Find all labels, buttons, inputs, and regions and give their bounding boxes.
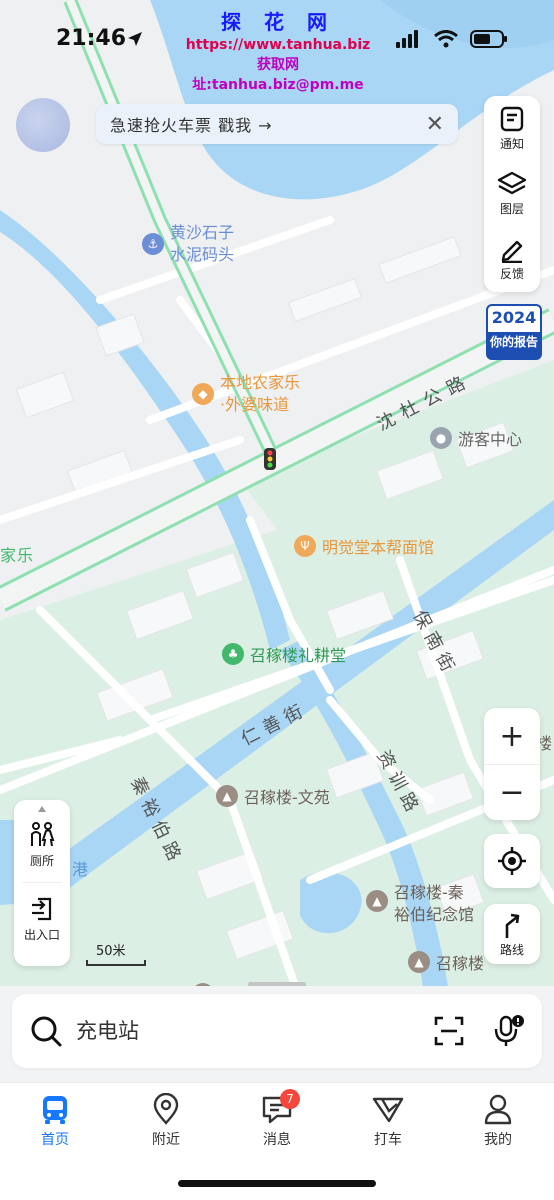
search-area xyxy=(0,986,554,1082)
landmark-icon: ▲ xyxy=(216,785,238,807)
scale-bar: 50米 xyxy=(86,940,146,966)
wifi-icon xyxy=(434,30,458,48)
map-canvas[interactable]: 沈杜公路 仁善街 保南街 资训路 秦裕伯路 ⚓ 黄沙石子 水泥码头 ◆ 本地农家… xyxy=(0,0,554,1000)
map-tools-panel: 通知 图层 反馈 xyxy=(484,96,540,292)
zoom-in-button[interactable]: + xyxy=(484,708,540,764)
location-arrow-icon xyxy=(128,32,142,46)
location-pin-icon xyxy=(153,1093,179,1125)
leaf-icon: ♣ xyxy=(222,643,244,665)
entrance-button[interactable]: 出入口 xyxy=(14,896,70,943)
map-shapes xyxy=(0,0,554,1000)
notice-label: 通知 xyxy=(499,137,524,151)
nav-messages[interactable]: 7 消息 xyxy=(242,1089,312,1149)
layers-icon xyxy=(497,171,527,195)
poi-visitor-center-label: 游客中心 xyxy=(458,430,523,449)
home-indicator xyxy=(178,1180,376,1187)
zoom-controls: + − xyxy=(484,708,540,820)
search-box[interactable] xyxy=(12,994,542,1068)
fork-knife-icon: Ψ xyxy=(294,535,316,557)
toilet-button[interactable]: 厕所 xyxy=(14,822,70,869)
notice-icon xyxy=(500,106,524,132)
report-year: 2024 xyxy=(491,308,537,327)
poi-wenyuan[interactable]: ▲ 召稼楼-文苑 xyxy=(216,784,330,808)
watermark-mail: 获取网址:tanhua.biz@pm.me xyxy=(192,57,364,93)
feedback-label: 反馈 xyxy=(499,267,524,281)
scale-text: 50米 xyxy=(96,944,126,959)
poi-noodle[interactable]: Ψ 明觉堂本帮面馆 xyxy=(294,534,434,558)
entrance-label: 出入口 xyxy=(23,928,60,942)
status-bar: 21:46 探 花 网 https://www.tanhua.biz 获取网址:… xyxy=(0,0,554,93)
divider xyxy=(22,882,62,883)
caret-up-icon[interactable] xyxy=(38,806,46,812)
route-label: 路线 xyxy=(499,942,524,957)
facility-panel: 厕所 出入口 xyxy=(14,800,70,966)
message-badge: 7 xyxy=(280,1089,300,1109)
landmark-icon: ▲ xyxy=(408,951,430,973)
search-input[interactable] xyxy=(76,1019,434,1043)
poi-right-edge-label: 召稼楼 xyxy=(436,954,485,973)
microphone-icon[interactable] xyxy=(494,1015,524,1047)
nav-taxi-label: 打车 xyxy=(374,1132,402,1148)
taxi-icon xyxy=(372,1097,404,1123)
promo-banner-text: 急速抢火车票 戳我 → xyxy=(110,116,273,135)
museum-icon: ▲ xyxy=(366,890,388,912)
poi-visitor-center[interactable]: ● 游客中心 xyxy=(430,426,522,450)
close-icon[interactable]: ✕ xyxy=(426,112,444,137)
poi-left-jiale: 家乐 xyxy=(0,546,35,565)
layers-label: 图层 xyxy=(499,202,524,216)
nav-home[interactable]: 首页 xyxy=(20,1093,90,1149)
poi-hall-label: 召稼楼礼耕堂 xyxy=(250,646,347,665)
poi-wharf[interactable]: ⚓ 黄沙石子 水泥码头 xyxy=(142,222,234,266)
poi-wenyuan-label: 召稼楼-文苑 xyxy=(244,788,330,807)
nav-messages-label: 消息 xyxy=(263,1132,291,1148)
toilet-icon xyxy=(31,822,55,847)
anchor-icon: ⚓ xyxy=(142,233,164,255)
bus-icon xyxy=(43,1096,67,1124)
poi-right-edge[interactable]: ▲ 召稼楼 xyxy=(408,950,484,974)
poi-memorial-label: 召稼楼-秦 裕伯纪念馆 xyxy=(394,883,475,924)
watermark-url: https://www.tanhua.biz xyxy=(185,37,371,53)
nav-home-label: 首页 xyxy=(41,1132,69,1148)
layers-button[interactable]: 图层 xyxy=(484,161,540,226)
report-text: 你的报告 xyxy=(489,335,538,349)
scan-icon[interactable] xyxy=(434,1016,464,1046)
scale-line xyxy=(86,960,146,966)
watermark: 探 花 网 https://www.tanhua.biz 获取网址:tanhua… xyxy=(178,6,378,94)
nav-taxi[interactable]: 打车 xyxy=(353,1093,423,1149)
route-arrow-icon xyxy=(505,913,520,938)
zoom-out-button[interactable]: − xyxy=(484,764,540,820)
avatar[interactable] xyxy=(16,98,70,152)
feedback-button[interactable]: 反馈 xyxy=(484,226,540,291)
nav-mine[interactable]: 我的 xyxy=(463,1093,533,1149)
route-button[interactable]: 路线 xyxy=(484,904,540,964)
search-icon xyxy=(31,1016,62,1047)
restaurant-icon: ◆ xyxy=(192,383,214,405)
poi-hall[interactable]: ♣ 召稼楼礼耕堂 xyxy=(222,642,346,666)
poi-farmhouse-label: 本地农家乐 ·外婆味道 xyxy=(220,373,301,414)
nav-nearby[interactable]: 附近 xyxy=(131,1093,201,1149)
watermark-title: 探 花 网 xyxy=(221,10,335,34)
person-icon xyxy=(484,1094,512,1125)
poi-wharf-label: 黄沙石子 水泥码头 xyxy=(170,223,235,264)
annual-report-badge[interactable]: 2024 你的报告 xyxy=(486,304,542,360)
poi-memorial[interactable]: ▲ 召稼楼-秦 裕伯纪念馆 xyxy=(366,882,474,926)
poi-left-gang: 港 xyxy=(72,860,90,879)
pencil-icon xyxy=(501,240,523,263)
toilet-label: 厕所 xyxy=(29,854,54,868)
poi-farmhouse[interactable]: ◆ 本地农家乐 ·外婆味道 xyxy=(192,372,300,416)
info-icon: ● xyxy=(430,427,452,449)
clock: 21:46 xyxy=(56,26,127,51)
signal-icon xyxy=(396,30,418,48)
notice-button[interactable]: 通知 xyxy=(484,96,540,161)
status-icons xyxy=(396,30,508,48)
nav-mine-label: 我的 xyxy=(484,1132,512,1148)
battery-icon xyxy=(470,30,507,48)
promo-banner[interactable]: 急速抢火车票 戳我 → ✕ xyxy=(96,104,458,144)
crosshair-icon xyxy=(498,847,526,875)
locate-button[interactable] xyxy=(484,834,540,888)
entrance-icon xyxy=(32,897,52,921)
poi-noodle-label: 明觉堂本帮面馆 xyxy=(322,538,435,557)
nav-nearby-label: 附近 xyxy=(152,1132,180,1148)
